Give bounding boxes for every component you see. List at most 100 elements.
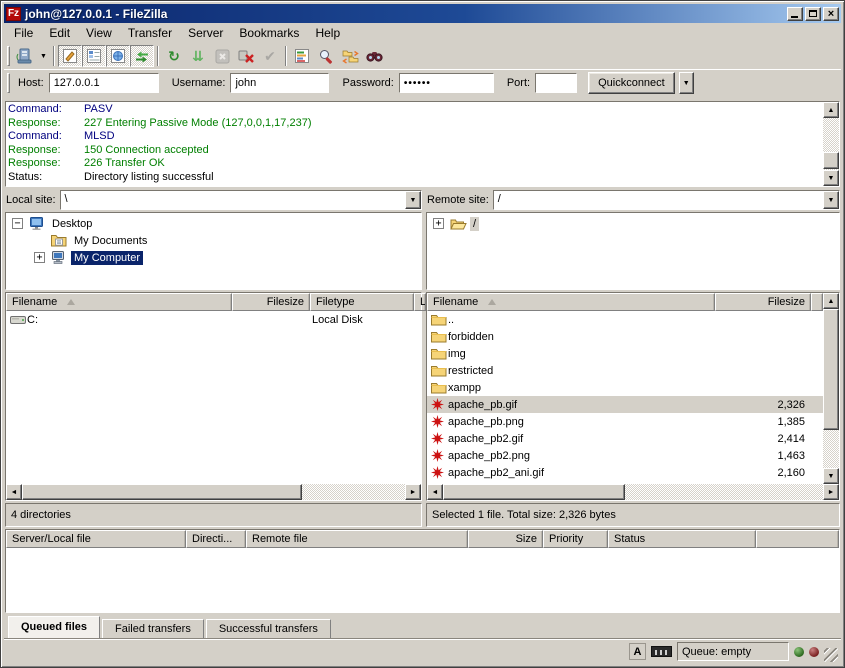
scroll-left-button[interactable]: ◄ [427, 484, 443, 500]
reconnect-button[interactable]: ✔ [258, 45, 282, 67]
port-input[interactable] [535, 73, 577, 93]
menu-transfer[interactable]: Transfer [120, 24, 180, 42]
scroll-thumb[interactable] [823, 309, 839, 430]
local-site-dropdown[interactable]: ▼ [405, 191, 421, 209]
scroll-up-button[interactable]: ▲ [823, 293, 839, 309]
column-header-filesize[interactable]: Filesize [232, 293, 310, 311]
cancel-operation-button[interactable] [210, 45, 234, 67]
scroll-thumb[interactable] [22, 484, 302, 500]
synchronized-browsing-button[interactable] [338, 45, 362, 67]
column-header-status[interactable]: Status [608, 530, 756, 548]
file-row[interactable]: apache_pb.gif2,326 [427, 396, 823, 413]
my-documents-icon [51, 234, 68, 247]
toolbar-grip[interactable] [7, 46, 10, 66]
file-row[interactable]: apache_pb2.png1,463 [427, 447, 823, 464]
toggle-local-tree-button[interactable] [82, 45, 106, 67]
remote-site-dropdown[interactable]: ▼ [823, 191, 839, 209]
file-row[interactable]: .. [427, 311, 823, 328]
host-label: Host: [18, 77, 44, 89]
find-files-button[interactable] [362, 45, 386, 67]
quickconnect-button[interactable]: Quickconnect [588, 72, 675, 94]
collapse-icon[interactable]: − [12, 218, 23, 229]
scroll-left-button[interactable]: ◄ [6, 484, 22, 500]
file-row[interactable]: img [427, 345, 823, 362]
menu-file[interactable]: File [6, 24, 41, 42]
close-button[interactable]: × [823, 7, 839, 21]
menu-bookmarks[interactable]: Bookmarks [231, 24, 307, 42]
tree-item[interactable]: +/ [427, 215, 839, 232]
column-header-filename[interactable]: Filename [427, 293, 715, 311]
log-line: Response:150 Connection accepted [6, 144, 823, 158]
column-label: Filename [433, 296, 478, 308]
toggle-message-log-button[interactable] [58, 45, 82, 67]
scroll-track[interactable] [823, 118, 839, 170]
column-header-size[interactable]: Size [468, 530, 543, 548]
scroll-thumb[interactable] [823, 152, 839, 169]
menu-help[interactable]: Help [307, 24, 348, 42]
log-line-label: Response: [6, 157, 84, 171]
column-header-direction[interactable]: Directi... [186, 530, 246, 548]
scroll-track[interactable] [22, 484, 405, 500]
file-row[interactable]: restricted [427, 362, 823, 379]
file-row[interactable]: forbidden [427, 328, 823, 345]
tree-item-label: Desktop [49, 217, 95, 231]
log-vscrollbar[interactable]: ▲ ▼ [823, 102, 839, 186]
local-hscrollbar[interactable]: ◄ ► [6, 484, 421, 500]
tree-item[interactable]: − Desktop [6, 215, 421, 232]
file-row[interactable]: xampp [427, 379, 823, 396]
scroll-up-button[interactable]: ▲ [823, 102, 839, 118]
tab-failed-transfers[interactable]: Failed transfers [102, 619, 204, 638]
expand-icon[interactable]: + [433, 218, 444, 229]
username-input[interactable] [230, 73, 329, 93]
scroll-right-button[interactable]: ► [405, 484, 421, 500]
compare-directories-button[interactable] [314, 45, 338, 67]
maximize-button[interactable] [805, 7, 821, 21]
file-row[interactable]: apache_pb2_ani.gif2,160 [427, 464, 823, 481]
host-input[interactable] [49, 73, 159, 93]
quickbar-grip[interactable] [7, 73, 10, 93]
local-site-combo[interactable]: \ ▼ [60, 190, 422, 210]
menu-server[interactable]: Server [180, 24, 231, 42]
scroll-track[interactable] [443, 484, 823, 500]
disconnect-button[interactable] [234, 45, 258, 67]
file-row[interactable]: apache_pb2.gif2,414 [427, 430, 823, 447]
refresh-button[interactable]: ↻ [162, 45, 186, 67]
column-header-filetype[interactable]: Filetype [310, 293, 414, 311]
file-row[interactable]: apache_pb.png1,385 [427, 413, 823, 430]
site-manager-dropdown[interactable]: ▼ [37, 45, 50, 67]
column-header-server-local-file[interactable]: Server/Local file [6, 530, 186, 548]
filter-button[interactable] [290, 45, 314, 67]
scroll-track[interactable] [823, 309, 839, 468]
menu-view[interactable]: View [78, 24, 120, 42]
process-queue-button[interactable]: ⇊ [186, 45, 210, 67]
tab-queued-files[interactable]: Queued files [8, 616, 100, 638]
minimize-button[interactable] [787, 7, 803, 21]
remote-site-combo[interactable]: / ▼ [493, 190, 840, 210]
quickconnect-dropdown[interactable]: ▼ [679, 72, 694, 94]
tree-item[interactable]: My Documents [6, 232, 421, 249]
password-input[interactable] [399, 73, 494, 93]
scroll-right-button[interactable]: ► [823, 484, 839, 500]
toggle-remote-tree-button[interactable] [106, 45, 130, 67]
title-bar[interactable]: Fz john@127.0.0.1 - FileZilla × [4, 4, 841, 23]
column-header-remote-file[interactable]: Remote file [246, 530, 468, 548]
tree-item[interactable]: +My Computer [6, 249, 421, 266]
log-line: Response:226 Transfer OK [6, 157, 823, 171]
scroll-down-button[interactable]: ▼ [823, 170, 839, 186]
tab-successful-transfers[interactable]: Successful transfers [206, 619, 331, 638]
column-header-filesize[interactable]: Filesize [715, 293, 811, 311]
menu-edit[interactable]: Edit [41, 24, 78, 42]
transfer-type-indicator-icon[interactable]: A [629, 643, 646, 660]
speed-limit-icon[interactable] [651, 646, 672, 657]
remote-hscrollbar[interactable]: ◄ ► [427, 484, 839, 500]
scroll-down-button[interactable]: ▼ [823, 468, 839, 484]
file-row[interactable]: C:Local Disk [6, 311, 421, 328]
resize-grip[interactable] [824, 648, 838, 662]
column-header-priority[interactable]: Priority [543, 530, 608, 548]
scroll-thumb[interactable] [443, 484, 625, 500]
column-header-filename[interactable]: Filename [6, 293, 232, 311]
remote-vscrollbar[interactable]: ▲ ▼ [823, 293, 839, 484]
expand-icon[interactable]: + [34, 252, 45, 263]
site-manager-button[interactable] [13, 45, 37, 67]
toggle-queue-button[interactable] [130, 45, 154, 67]
